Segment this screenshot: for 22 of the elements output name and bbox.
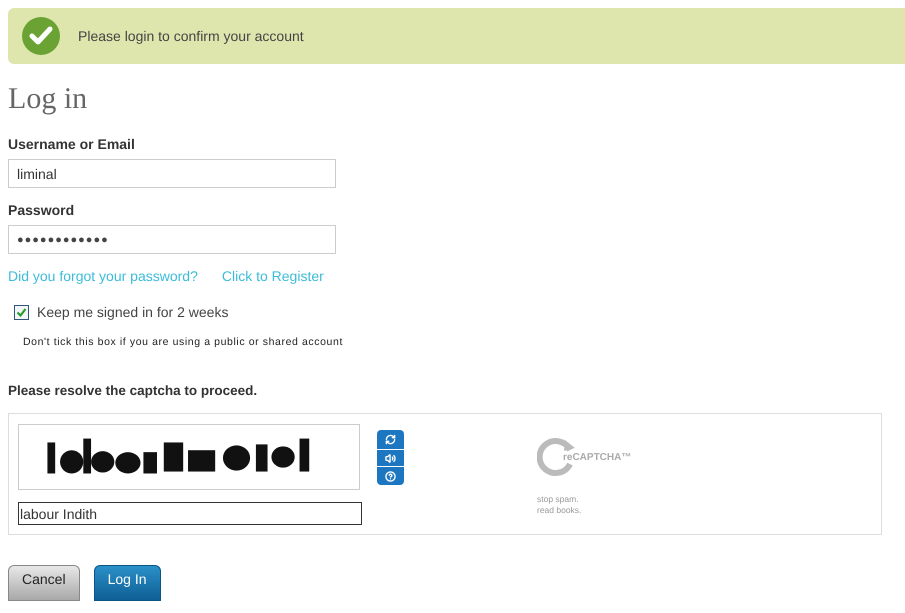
help-icon: [385, 470, 396, 482]
reload-button[interactable]: [377, 430, 404, 450]
captcha-answer-field[interactable]: labour Indith: [18, 502, 362, 526]
username-field[interactable]: liminal: [8, 159, 336, 188]
login-button[interactable]: Log In: [94, 565, 161, 602]
checkbox-label: Keep me signed in for 2 weeks: [37, 303, 228, 322]
checkmark-icon: [20, 15, 62, 57]
checkbox[interactable]: [14, 305, 29, 320]
recaptcha-logo-text: reCAPTCHA™: [563, 450, 632, 465]
captcha-prompt: Please resolve the captcha to proceed.: [8, 382, 258, 400]
banner-message: Please login to confirm your account: [78, 26, 304, 46]
recaptcha-tagline: stop spam. read books.: [537, 494, 582, 516]
password-field[interactable]: ●●●●●●●●●●●●: [8, 225, 336, 254]
hint-text: Don't tick this box if you are using a public or shared account: [23, 336, 343, 348]
page-title: Log in: [8, 84, 88, 114]
cancel-button[interactable]: Cancel: [8, 565, 80, 602]
speaker-icon: [385, 452, 396, 464]
password-label: Password: [8, 201, 76, 220]
help-button[interactable]: [377, 467, 404, 486]
refresh-icon: [385, 434, 396, 446]
audio-button[interactable]: [377, 450, 404, 466]
username-label: Username or Email: [8, 135, 136, 154]
